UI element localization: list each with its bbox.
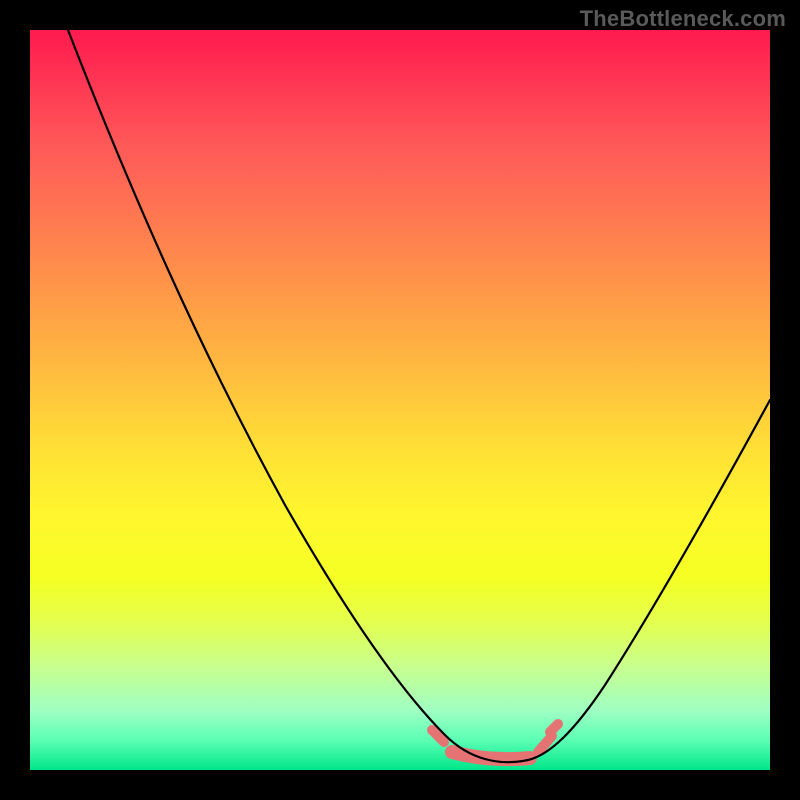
watermark-text: TheBottleneck.com (580, 6, 786, 32)
bottleneck-curve (68, 30, 770, 762)
chart-frame: TheBottleneck.com (0, 0, 800, 800)
chart-svg (30, 30, 770, 770)
plot-area (30, 30, 770, 770)
